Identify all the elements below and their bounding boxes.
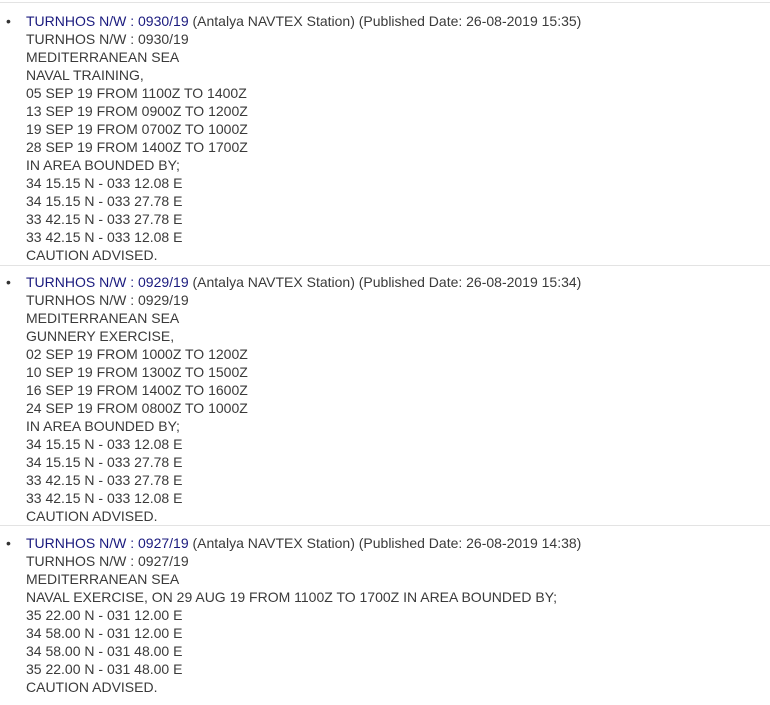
notice-meta: (Antalya NAVTEX Station) (Published Date…: [192, 13, 582, 29]
notice-line: 34 58.00 N - 031 12.00 E: [26, 625, 183, 641]
notice-line: 34 15.15 N - 033 27.78 E: [26, 454, 183, 470]
notice-line: 33 42.15 N - 033 12.08 E: [26, 490, 183, 506]
notice-body: TURNHOS N/W : 0927/19 MEDITERRANEAN SEA …: [26, 552, 557, 696]
notice-line: TURNHOS N/W : 0927/19: [26, 553, 189, 569]
notice-header: TURNHOS N/W : 0930/19 (Antalya NAVTEX St…: [26, 12, 581, 30]
notice-body: TURNHOS N/W : 0929/19 MEDITERRANEAN SEA …: [26, 291, 248, 525]
notice-line: 34 15.15 N - 033 27.78 E: [26, 193, 183, 209]
notice-line: 34 15.15 N - 033 12.08 E: [26, 436, 183, 452]
notice-line: 05 SEP 19 FROM 1100Z TO 1400Z: [26, 85, 247, 101]
notice-line: TURNHOS N/W : 0930/19: [26, 31, 189, 47]
divider: [0, 265, 770, 266]
notice-line: MEDITERRANEAN SEA: [26, 571, 180, 587]
notice-link[interactable]: TURNHOS N/W : 0929/19: [26, 274, 189, 290]
notice-link[interactable]: TURNHOS N/W : 0927/19: [26, 535, 189, 551]
notice-line: 02 SEP 19 FROM 1000Z TO 1200Z: [26, 346, 248, 362]
notice-line: TURNHOS N/W : 0929/19: [26, 292, 189, 308]
bullet-icon: •: [6, 535, 11, 551]
notice-line: CAUTION ADVISED.: [26, 508, 158, 524]
divider: [0, 525, 770, 526]
notice-line: IN AREA BOUNDED BY;: [26, 418, 180, 434]
notice-line: CAUTION ADVISED.: [26, 679, 158, 695]
bullet-icon: •: [6, 13, 11, 29]
notice-line: 35 22.00 N - 031 48.00 E: [26, 661, 183, 677]
notice-line: IN AREA BOUNDED BY;: [26, 157, 180, 173]
notice-meta: (Antalya NAVTEX Station) (Published Date…: [192, 274, 582, 290]
notice-line: MEDITERRANEAN SEA: [26, 310, 180, 326]
notice-line: NAVAL EXERCISE, ON 29 AUG 19 FROM 1100Z …: [26, 589, 558, 605]
notice-link[interactable]: TURNHOS N/W : 0930/19: [26, 13, 189, 29]
notice-header: TURNHOS N/W : 0927/19 (Antalya NAVTEX St…: [26, 534, 581, 552]
notice-header: TURNHOS N/W : 0929/19 (Antalya NAVTEX St…: [26, 273, 581, 291]
notice-line: 10 SEP 19 FROM 1300Z TO 1500Z: [26, 364, 248, 380]
notice-line: 24 SEP 19 FROM 0800Z TO 1000Z: [26, 400, 248, 416]
notice-body: TURNHOS N/W : 0930/19 MEDITERRANEAN SEA …: [26, 30, 248, 264]
bullet-icon: •: [6, 274, 11, 290]
notice-line: 34 58.00 N - 031 48.00 E: [26, 643, 183, 659]
notice-line: CAUTION ADVISED.: [26, 247, 158, 263]
notice-line: 19 SEP 19 FROM 0700Z TO 1000Z: [26, 121, 248, 137]
notice-line: 33 42.15 N - 033 12.08 E: [26, 229, 183, 245]
notice-line: GUNNERY EXERCISE,: [26, 328, 175, 344]
divider: [0, 2, 770, 3]
notice-line: 33 42.15 N - 033 27.78 E: [26, 211, 183, 227]
notice-line: 28 SEP 19 FROM 1400Z TO 1700Z: [26, 139, 248, 155]
notice-line: 16 SEP 19 FROM 1400Z TO 1600Z: [26, 382, 248, 398]
notice-line: MEDITERRANEAN SEA: [26, 49, 180, 65]
notice-line: 34 15.15 N - 033 12.08 E: [26, 175, 183, 191]
notice-meta: (Antalya NAVTEX Station) (Published Date…: [192, 535, 582, 551]
notice-line: 33 42.15 N - 033 27.78 E: [26, 472, 183, 488]
notice-line: 13 SEP 19 FROM 0900Z TO 1200Z: [26, 103, 248, 119]
notice-line: NAVAL TRAINING,: [26, 67, 144, 83]
notice-line: 35 22.00 N - 031 12.00 E: [26, 607, 183, 623]
